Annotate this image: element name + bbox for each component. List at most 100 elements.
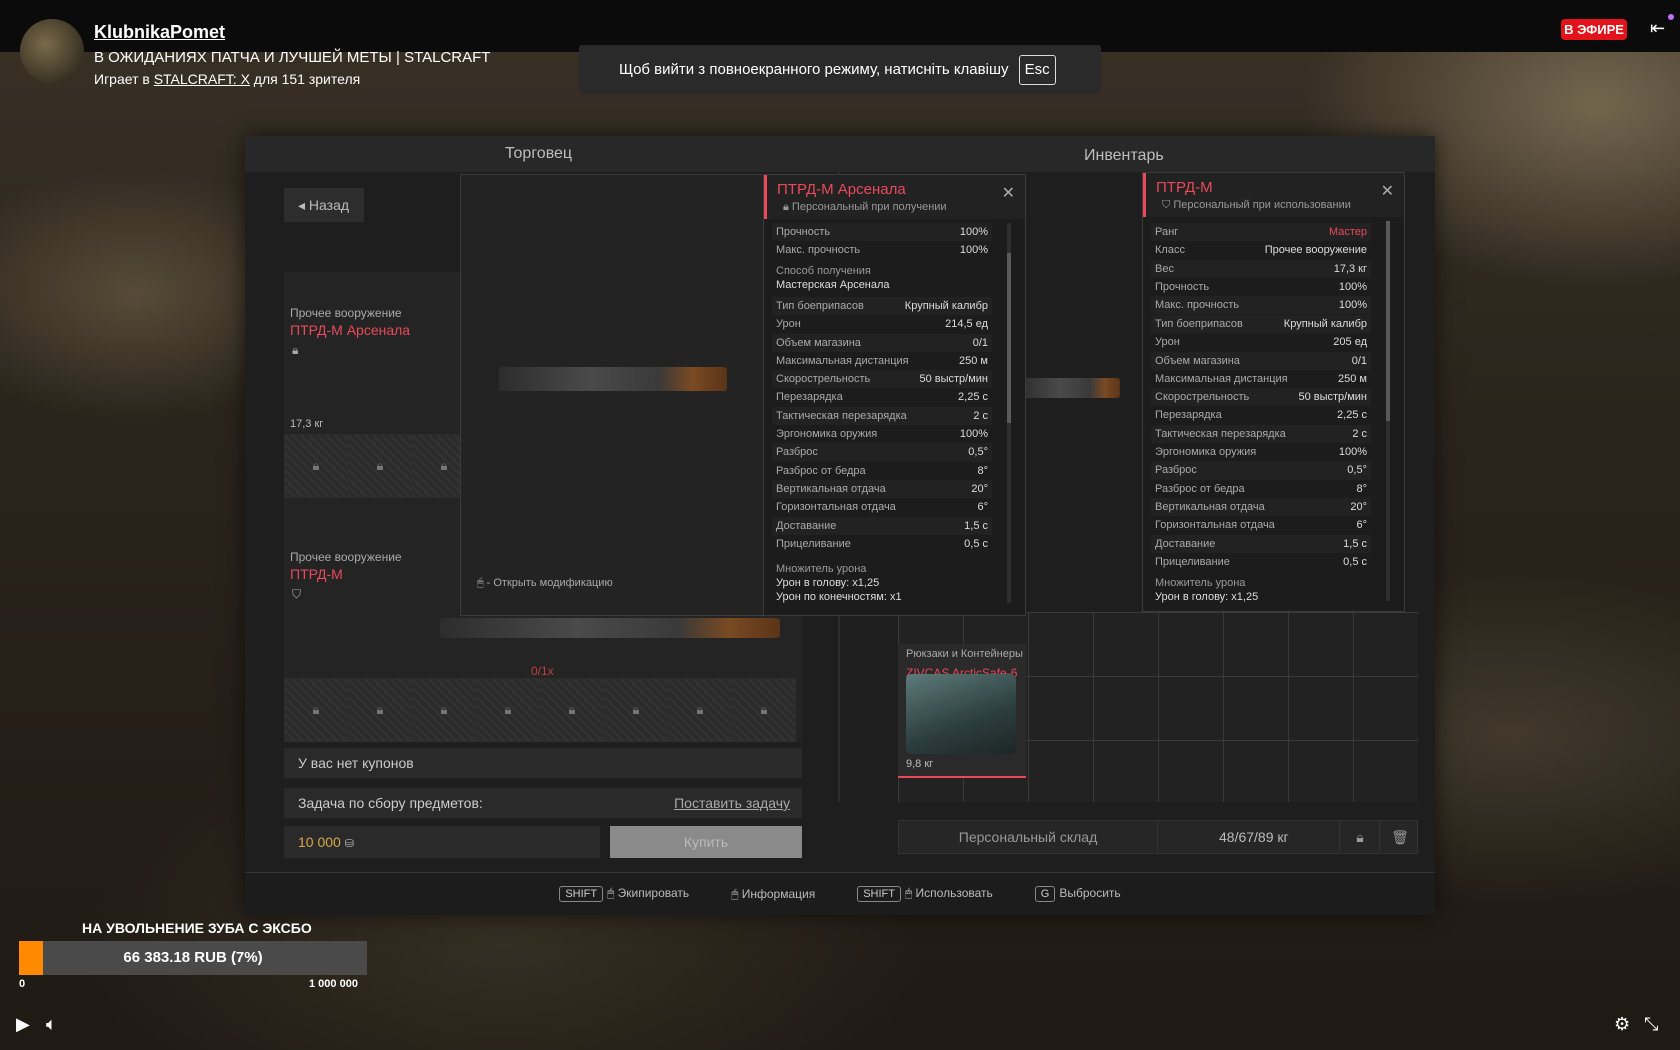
- mouse-icon: 🖱︎: [905, 886, 916, 900]
- stat-row: Объем магазина 0/1: [772, 333, 992, 352]
- stat-label: Объем магазина: [1155, 354, 1240, 367]
- exit-fullscreen-icon[interactable]: ⤡: [1644, 1014, 1658, 1035]
- item2-ammo: 0/1x: [531, 664, 554, 678]
- key-cap: G: [1034, 886, 1056, 902]
- channel-name[interactable]: KlubnikaPomet: [94, 22, 225, 43]
- item-preview-panel: 🖱︎ - Открыть модификацию: [460, 174, 764, 616]
- head-mult: Урон в голову: x1,25: [1155, 591, 1259, 603]
- exit-icon[interactable]: ⇤: [1650, 18, 1665, 39]
- stat-row: Максимальная дистанция 250 м: [772, 352, 992, 370]
- personal-storage-button[interactable]: Персональный склад: [899, 821, 1158, 853]
- stat-row: Доставание 1,5 с: [1151, 534, 1371, 553]
- mod-slot[interactable]: 🔒︎: [412, 678, 476, 742]
- scrollbar[interactable]: [1007, 223, 1011, 603]
- key-hint: SHIFT 🖱︎ Экипировать: [559, 886, 689, 902]
- task-label: Задача по сбору предметов:: [298, 795, 483, 811]
- key-hints-bar: SHIFT 🖱︎ Экипировать 🖱︎ Информация SHIFT 🖱︎ …: [245, 872, 1435, 915]
- stat-label: Урон: [1155, 336, 1180, 349]
- stat-row: Класс Прочее вооружение: [1151, 241, 1371, 259]
- stat-label: Объем магазина: [776, 336, 861, 349]
- mod-slot[interactable]: 🔒︎: [732, 678, 796, 742]
- rifle-image-partial: [1020, 378, 1120, 398]
- weight-total: 48/67/89 кг: [1219, 829, 1289, 845]
- mod-slot[interactable]: 🔒︎: [348, 434, 412, 498]
- stat-row: Урон 214,5 ед: [772, 315, 992, 333]
- stat-row: Тип боеприпасов Крупный калибр: [772, 297, 992, 316]
- inventory-item-container[interactable]: Рюкзаки и Контейнеры ZIVCAS ArcticSafe-6…: [898, 644, 1026, 778]
- stats-list: Тип боеприпасов Крупный калибр Урон 205 ед О…: [1151, 315, 1371, 571]
- trash-icon[interactable]: 🗑︎: [1379, 821, 1420, 853]
- stat-label: Тип боеприпасов: [776, 300, 864, 312]
- mod-slot[interactable]: 🔒︎: [668, 678, 732, 742]
- scroll-thumb[interactable]: [1007, 253, 1011, 423]
- stat-row: Разброс от бедра 8°: [1151, 480, 1371, 498]
- stat-value: 0/1: [1351, 354, 1367, 367]
- stat-value: 8°: [977, 464, 988, 477]
- stat-value: 100%: [1338, 280, 1367, 293]
- stat-row: Доставание 1,5 с: [772, 516, 992, 535]
- stat-row: Прицеливание 0,5 с: [1151, 553, 1371, 571]
- avatar[interactable]: [20, 19, 84, 83]
- stat-value: 250 м: [1338, 372, 1367, 385]
- mouse-icon: 🖱︎: [607, 886, 618, 900]
- mod-slot[interactable]: 🔒︎: [476, 678, 540, 742]
- stat-label: Вертикальная отдача: [1155, 500, 1265, 513]
- price-field: 10 000 ⛁: [284, 826, 600, 858]
- source-value: Мастерская Арсенала: [776, 279, 890, 291]
- settings-icon[interactable]: ⚙: [1614, 1014, 1630, 1035]
- stat-row: Перезарядка 2,25 с: [772, 388, 992, 406]
- key-hint: SHIFT 🖱︎ Использовать: [857, 886, 993, 902]
- tooltip-stats-left: ПТРД-М Арсенала 🔒︎ Персональный при полу…: [763, 174, 1026, 616]
- mod-slot[interactable]: 🔒︎: [604, 678, 668, 742]
- back-button[interactable]: ◂ Назад: [284, 188, 364, 222]
- esc-key: Esc: [1018, 55, 1056, 85]
- play-icon[interactable]: ▶: [16, 1014, 30, 1035]
- game-window-header: [245, 136, 1435, 172]
- container-image: [906, 674, 1016, 754]
- rifle-image: [440, 618, 780, 638]
- stat-label: Вес: [1155, 262, 1174, 275]
- scrollbar[interactable]: [1386, 221, 1390, 601]
- stat-row: Скорострельность 50 выстр/мин: [1151, 388, 1371, 407]
- lock-icon: 🔒︎: [292, 343, 299, 357]
- mod-slot[interactable]: 🔒︎: [284, 678, 348, 742]
- stat-label: Класс: [1155, 244, 1185, 257]
- item2-name[interactable]: ПТРД-М: [290, 566, 343, 582]
- item1-mod-slots: 🔒︎ 🔒︎ 🔒︎: [284, 434, 476, 498]
- mod-slot[interactable]: 🔒︎: [540, 678, 604, 742]
- item1-name[interactable]: ПТРД-М Арсенала: [290, 322, 410, 338]
- stat-row: Эргономика оружия 100%: [1151, 443, 1371, 461]
- volume-icon[interactable]: 🔈︎: [46, 1014, 57, 1035]
- stat-value: 20°: [1350, 500, 1367, 513]
- close-icon[interactable]: ✕: [1002, 183, 1015, 203]
- scroll-thumb[interactable]: [1386, 221, 1390, 421]
- lock-icon[interactable]: 🔒︎: [1339, 821, 1380, 853]
- buy-button[interactable]: Купить: [610, 826, 802, 858]
- game-link[interactable]: STALCRAFT: X: [154, 71, 250, 87]
- stat-row: Макс. прочность 100%: [1151, 296, 1371, 315]
- open-mods-hint: 🖱︎ - Открыть модификацию: [477, 577, 613, 589]
- tab-inventory[interactable]: Инвентарь: [1084, 147, 1164, 165]
- mod-slot[interactable]: 🔒︎: [348, 678, 412, 742]
- stat-value: 205 ед: [1333, 336, 1367, 349]
- stat-label: Тип боеприпасов: [1155, 318, 1243, 330]
- stat-value: Крупный калибр: [904, 300, 988, 312]
- source-label: Способ получения: [776, 265, 871, 277]
- rifle-preview-image: [499, 367, 727, 391]
- key-hint-label: Экипировать: [617, 886, 690, 900]
- stat-row: Горизонтальная отдача 6°: [1151, 516, 1371, 534]
- key-hint: 🖱︎ Информация: [731, 887, 815, 902]
- stat-label: Макс. прочность: [776, 244, 861, 257]
- inv-item-weight: 9,8 кг: [906, 758, 934, 770]
- close-icon[interactable]: ✕: [1381, 181, 1394, 201]
- stat-value: 17,3 кг: [1333, 262, 1367, 275]
- stat-value: 250 м: [959, 354, 988, 367]
- stat-label: Прицеливание: [1155, 555, 1230, 568]
- donation-min: 0: [19, 978, 26, 990]
- tab-trader[interactable]: Торговец: [505, 145, 572, 163]
- mod-slot[interactable]: 🔒︎: [284, 434, 348, 498]
- inv-item-category: Рюкзаки и Контейнеры: [906, 648, 1023, 660]
- stat-label: Прицеливание: [776, 537, 851, 550]
- stat-label: Макс. прочность: [1155, 299, 1240, 312]
- set-task-button[interactable]: Поставить задачу: [674, 788, 790, 818]
